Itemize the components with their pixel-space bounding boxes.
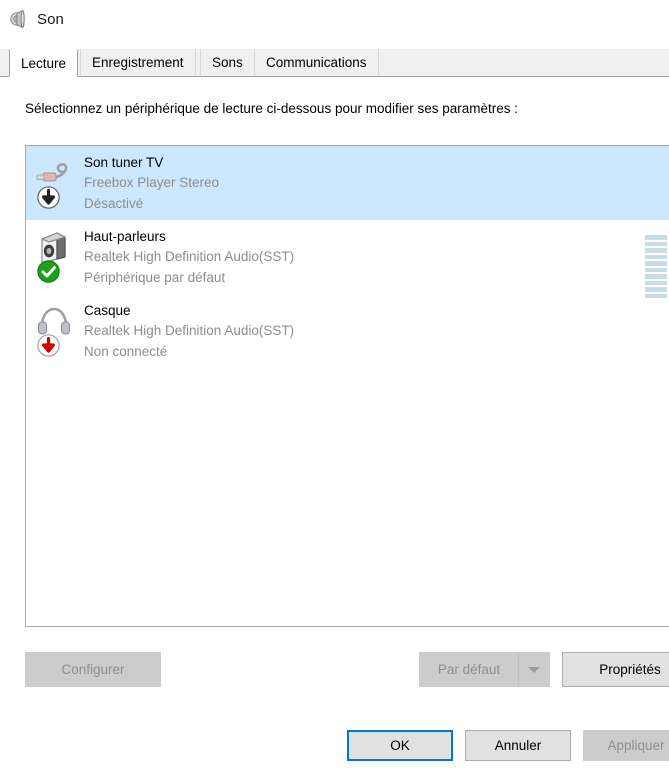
page-description: Sélectionnez un périphérique de lecture … bbox=[25, 101, 519, 116]
tab-sons[interactable]: Sons bbox=[200, 49, 255, 77]
tab-strip: Lecture Enregistrement Sons Communicatio… bbox=[0, 49, 669, 77]
tab-enregistrement-label: Enregistrement bbox=[92, 55, 184, 70]
not-connected-badge bbox=[37, 334, 60, 357]
title-bar: Son bbox=[0, 0, 669, 38]
dialog-footer: OK Annuler Appliquer bbox=[0, 708, 669, 768]
window-title: Son bbox=[37, 10, 64, 28]
set-default-button-label: Par défaut bbox=[437, 662, 501, 677]
ok-button-label: OK bbox=[390, 738, 410, 753]
tab-enregistrement[interactable]: Enregistrement bbox=[80, 49, 196, 77]
device-driver: Realtek High Definition Audio(SST) bbox=[84, 249, 295, 265]
apply-button[interactable]: Appliquer bbox=[583, 730, 669, 761]
device-status: Périphérique par défaut bbox=[84, 269, 226, 285]
device-name: Haut-parleurs bbox=[84, 228, 166, 244]
headphones-icon bbox=[35, 305, 77, 357]
apply-button-label: Appliquer bbox=[607, 738, 665, 753]
device-info: Casque Realtek High Definition Audio(SST… bbox=[84, 304, 669, 359]
tab-communications[interactable]: Communications bbox=[254, 49, 379, 77]
tab-sons-label: Sons bbox=[212, 55, 243, 70]
ok-button[interactable]: OK bbox=[347, 730, 453, 761]
sound-settings-window: Son Lecture Enregistrement Sons Communic… bbox=[0, 0, 669, 768]
properties-button-label: Propriétés bbox=[599, 662, 661, 677]
speaker-icon bbox=[9, 9, 29, 29]
disabled-badge bbox=[37, 186, 60, 209]
cancel-button-label: Annuler bbox=[494, 738, 542, 753]
set-default-split-button[interactable]: Par défaut bbox=[419, 652, 550, 687]
speaker-box-icon bbox=[35, 231, 77, 283]
device-name: Son tuner TV bbox=[84, 154, 164, 170]
playback-device-list[interactable]: Son tuner TV Freebox Player Stereo Désac… bbox=[25, 145, 669, 627]
set-default-button[interactable]: Par défaut bbox=[419, 652, 518, 687]
device-driver: Freebox Player Stereo bbox=[84, 175, 220, 191]
device-info: Haut-parleurs Realtek High Definition Au… bbox=[84, 230, 669, 285]
tab-lecture-label: Lecture bbox=[21, 55, 67, 71]
device-driver: Realtek High Definition Audio(SST) bbox=[84, 323, 295, 339]
device-status: Non connecté bbox=[84, 343, 168, 359]
configure-button[interactable]: Configurer bbox=[25, 652, 161, 687]
list-item[interactable]: Casque Realtek High Definition Audio(SST… bbox=[26, 294, 669, 368]
default-check-badge bbox=[37, 260, 60, 283]
volume-level-meter bbox=[645, 235, 667, 298]
properties-button[interactable]: Propriétés bbox=[562, 652, 669, 687]
list-item[interactable]: Son tuner TV Freebox Player Stereo Désac… bbox=[26, 146, 669, 220]
lecture-tab-page: Sélectionnez un périphérique de lecture … bbox=[0, 77, 669, 708]
device-status: Désactivé bbox=[84, 195, 144, 211]
list-item[interactable]: Haut-parleurs Realtek High Definition Au… bbox=[26, 220, 669, 298]
device-info: Son tuner TV Freebox Player Stereo Désac… bbox=[84, 156, 669, 211]
chevron-down-icon bbox=[528, 666, 540, 673]
tab-lecture[interactable]: Lecture bbox=[9, 49, 79, 77]
set-default-dropdown-button[interactable] bbox=[518, 652, 550, 687]
tab-communications-label: Communications bbox=[266, 55, 367, 70]
cancel-button[interactable]: Annuler bbox=[465, 730, 571, 761]
audio-cable-icon bbox=[35, 157, 77, 209]
device-name: Casque bbox=[84, 302, 131, 318]
configure-button-label: Configurer bbox=[61, 662, 125, 677]
